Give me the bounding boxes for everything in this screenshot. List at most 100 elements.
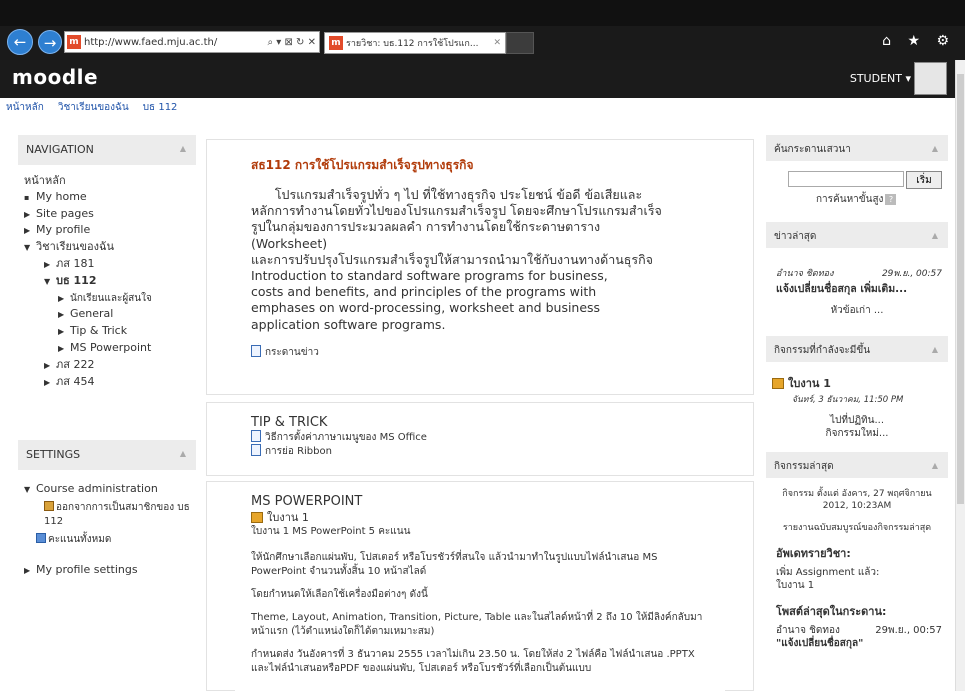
nav-label: วิชาเรียนของฉัน: [36, 240, 114, 254]
new-tab-button[interactable]: [506, 32, 534, 54]
nav-item-ms-powerpoint[interactable]: ▶ MS Powerpoint: [24, 340, 196, 357]
upcoming-event[interactable]: ใบงาน 1: [766, 362, 948, 392]
collapse-icon[interactable]: ▲: [932, 345, 938, 354]
nav-item-course-181[interactable]: ▶ ภส 181: [24, 256, 196, 273]
search-forums-block: ค้นกระดานเสวนา ▲ เริ่ม การค้นหาขั้นสูง?: [766, 135, 948, 213]
nav-item-my-courses[interactable]: ▼ วิชาเรียนของฉัน: [24, 239, 196, 256]
avatar[interactable]: [914, 62, 947, 95]
expand-icon: ▶: [58, 343, 65, 353]
assignment-link[interactable]: ใบงาน 1: [251, 511, 709, 525]
nav-item-my-profile[interactable]: ▶ My profile: [24, 222, 196, 239]
toolbar-icons[interactable]: ⌂ ★ ⚙: [882, 33, 955, 49]
arrow-right-icon: →: [43, 34, 57, 52]
course-updates: เพิ่ม Assignment แล้ว: ใบงาน 1: [766, 566, 948, 592]
desc-line: หลักการทำงานโดยทั่วไปของโปรแกรมสำเร็จรูป…: [251, 203, 662, 219]
nav-item-my-home[interactable]: ▪ My home: [24, 189, 196, 206]
course-description: โปรแกรมสำเร็จรูปทั่ว ๆ ไป ที่ใช้ทางธุรกิ…: [251, 187, 709, 333]
my-profile-settings[interactable]: ▶ My profile settings: [24, 563, 196, 578]
page-scrollbar[interactable]: [955, 60, 965, 691]
back-button[interactable]: ←: [7, 29, 33, 55]
collapse-icon[interactable]: ▲: [180, 144, 186, 153]
breadcrumb-my-courses[interactable]: วิชาเรียนของฉัน: [58, 100, 129, 115]
collapse-icon[interactable]: ▲: [932, 461, 938, 470]
tab-close-icon[interactable]: ✕: [489, 38, 505, 48]
collapse-tree-icon: ▼: [44, 276, 51, 286]
assignment-label: ใบงาน 1: [267, 511, 309, 524]
desc-line: (Worksheet): [251, 235, 328, 251]
breadcrumb: หน้าหลัก วิชาเรียนของฉัน บธ 112: [6, 100, 177, 115]
expand-icon: ▶: [24, 209, 31, 219]
update-link[interactable]: ใบงาน 1: [776, 579, 948, 592]
forum-posts: อำนาจ ชิดทอง 29พ.ย., 00:57 "แจ้งเปลี่ยนช…: [766, 624, 948, 650]
upcoming-links: ไปที่ปฏิทิน... กิจกรรมใหม่...: [766, 414, 948, 440]
nav-item-home[interactable]: หน้าหลัก: [24, 173, 196, 189]
nav-label: บธ 112: [56, 273, 97, 287]
resource-label: การย่อ Ribbon: [265, 446, 332, 457]
nav-label: My home: [36, 189, 87, 203]
nav-label: ภส 222: [56, 357, 95, 371]
news-subject[interactable]: แจ้งเปลี่ยนชื่อสกุล เพิ่มเติม...: [766, 280, 948, 297]
breadcrumb-home[interactable]: หน้าหลัก: [6, 100, 44, 115]
search-block-header[interactable]: ค้นกระดานเสวนา ▲: [766, 135, 948, 161]
nav-item-site-pages[interactable]: ▶ Site pages: [24, 206, 196, 223]
address-bar[interactable]: m http://www.faed.mju.ac.th/ ⌕ ▾ ⊠ ↻ ✕: [64, 31, 320, 53]
new-event-link[interactable]: กิจกรรมใหม่...: [766, 427, 948, 440]
nav-item-tip-trick[interactable]: ▶ Tip & Trick: [24, 323, 196, 340]
paragraph: โดยกำหนดให้เลือกใช้เครื่องมือต่างๆ ดังนี…: [251, 589, 428, 600]
browser-tab[interactable]: m รายวิชา: บธ.112 การใช้โปรแก... ✕: [324, 32, 506, 54]
forward-button[interactable]: →: [38, 30, 62, 54]
update-text: เพิ่ม Assignment แล้ว:: [776, 567, 880, 578]
full-report-link[interactable]: รายงานฉบับสมบูรณ์ของกิจกรรมล่าสุด: [766, 520, 948, 534]
settings-block-header[interactable]: SETTINGS ▲: [18, 440, 196, 470]
nav-item-general[interactable]: ▶ General: [24, 306, 196, 323]
user-icon: [44, 501, 54, 511]
upcoming-block-header[interactable]: กิจกรรมที่กำลังจะมีขึ้น ▲: [766, 336, 948, 362]
nav-item-course-112[interactable]: ▼ บธ 112: [24, 273, 196, 290]
section-body: ใบงาน 1 ใบงาน 1 MS PowerPoint 5 คะแนน ให…: [251, 511, 709, 676]
moodle-logo[interactable]: moodle: [12, 65, 98, 89]
search-button[interactable]: เริ่ม: [906, 171, 942, 189]
resource-link[interactable]: วิธีการตั้งค่าภาษาเมนูของ MS Office: [251, 430, 709, 444]
address-controls[interactable]: ⌕ ▾ ⊠ ↻ ✕: [265, 37, 319, 48]
nav-item-course-454[interactable]: ▶ ภส 454: [24, 374, 196, 391]
navigation-tree: หน้าหลัก ▪ My home ▶ Site pages ▶ My profil…: [18, 165, 196, 390]
paragraph: กำหนดส่ง วันอังคารที่ 3 ธันวาคม 2555 เวล…: [251, 649, 695, 674]
user-menu[interactable]: STUDENT ▾: [850, 72, 911, 85]
search-input[interactable]: [788, 171, 904, 187]
nav-label: Tip & Trick: [70, 324, 128, 338]
news-forum-link[interactable]: กระดานข่าว: [251, 344, 709, 360]
recent-activity-block: กิจกรรมล่าสุด ▲ กิจกรรม ตั้งแต่ อังคาร, …: [766, 452, 948, 691]
section-title: MS POWERPOINT: [251, 494, 363, 509]
url-text[interactable]: http://www.faed.mju.ac.th/: [84, 37, 265, 48]
scrollbar-thumb[interactable]: [957, 74, 964, 504]
navigation-block: NAVIGATION ▲ หน้าหลัก ▪ My home ▶ Site pag…: [18, 135, 196, 415]
go-to-calendar-link[interactable]: ไปที่ปฏิทิน...: [766, 414, 948, 427]
collapse-icon[interactable]: ▲: [932, 144, 938, 153]
collapse-icon[interactable]: ▲: [932, 231, 938, 240]
post-date: 29พ.ย., 00:57: [875, 625, 942, 636]
nav-item-course-222[interactable]: ▶ ภส 222: [24, 357, 196, 374]
nav-item-participants[interactable]: ▶ นักเรียนและผู้สนใจ: [24, 290, 196, 307]
post-author: อำนาจ ชิดทอง: [776, 625, 840, 636]
desc-line: costs and benefits, and principles of th…: [251, 284, 597, 300]
assignment-icon: [772, 378, 784, 389]
assignment-icon: [251, 512, 263, 523]
older-topics-link[interactable]: หัวข้อเก่า ...: [766, 303, 948, 318]
help-icon[interactable]: ?: [885, 194, 897, 205]
resource-link[interactable]: การย่อ Ribbon: [251, 444, 709, 458]
navigation-block-header[interactable]: NAVIGATION ▲: [18, 135, 196, 165]
collapse-icon[interactable]: ▲: [180, 449, 186, 458]
desc-line: Introduction to standard software progra…: [251, 268, 608, 284]
breadcrumb-course[interactable]: บธ 112: [143, 100, 178, 115]
advanced-search-link[interactable]: การค้นหาขั้นสูง?: [766, 192, 948, 207]
expand-icon: ▶: [44, 259, 51, 269]
grades-link[interactable]: คะแนนทั้งหมด: [24, 533, 196, 547]
unenrol-link[interactable]: ออกจากการเป็นสมาชิกของ บธ 112: [24, 501, 196, 529]
unenrol-label: ออกจากการเป็นสมาชิกของ บธ 112: [44, 502, 190, 527]
collapse-tree-icon: ▼: [24, 243, 31, 253]
course-administration[interactable]: ▼ Course administration: [24, 482, 196, 497]
news-block-header[interactable]: ข่าวล่าสุด ▲: [766, 222, 948, 248]
block-title: ค้นกระดานเสวนา: [774, 144, 851, 155]
recent-block-header[interactable]: กิจกรรมล่าสุด ▲: [766, 452, 948, 478]
post-title-link[interactable]: "แจ้งเปลี่ยนชื่อสกุล": [776, 637, 948, 650]
